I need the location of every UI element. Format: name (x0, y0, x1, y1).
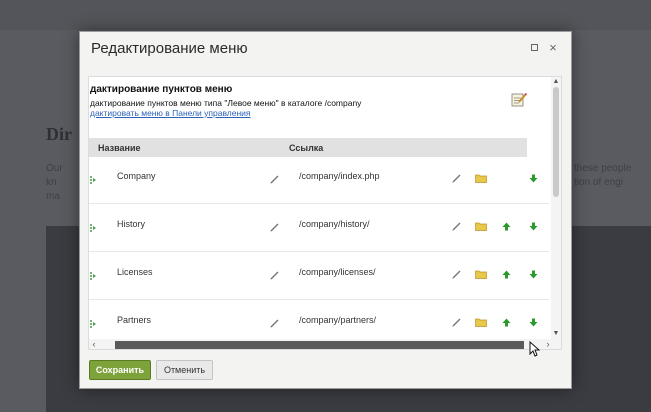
drag-handle-icon[interactable] (89, 319, 97, 329)
scroll-up-button[interactable]: ▲ (552, 78, 560, 86)
pencil-icon[interactable] (269, 317, 280, 328)
dialog-footer: Сохранить Отменить (80, 352, 571, 388)
menu-item-link: /company/history/ (299, 219, 370, 229)
vertical-scrollbar[interactable]: ▲ ▼ (551, 77, 561, 340)
pencil-icon[interactable] (269, 173, 280, 184)
arrow-down-icon[interactable] (529, 318, 538, 327)
info-description: дактирование пунктов меню типа "Левое ме… (90, 98, 362, 108)
table-header: Название Ссылка (89, 138, 527, 157)
arrow-up-icon[interactable] (502, 222, 511, 231)
arrow-down-icon[interactable] (529, 222, 538, 231)
folder-icon[interactable] (475, 221, 487, 231)
menu-item-name: Company (117, 171, 156, 181)
table-row[interactable]: History /company/history/ (89, 205, 549, 252)
menu-item-link: /company/licenses/ (299, 267, 376, 277)
column-header-link: Ссылка (289, 143, 324, 153)
folder-icon[interactable] (475, 173, 487, 183)
column-header-name: Название (98, 143, 141, 153)
scroll-down-button[interactable]: ▼ (552, 330, 560, 338)
scroll-right-button[interactable]: › (544, 339, 552, 349)
dialog-header: Редактирование меню × (80, 32, 571, 66)
menu-item-name: Licenses (117, 267, 153, 277)
menu-item-link: /company/index.php (299, 171, 380, 181)
pencil-icon[interactable] (451, 220, 462, 231)
notepad-icon[interactable] (511, 92, 527, 107)
horizontal-scrollbar[interactable]: ‹ › (89, 339, 561, 349)
arrow-up-icon[interactable] (502, 270, 511, 279)
pencil-icon[interactable] (269, 221, 280, 232)
info-title: дактирование пунктов меню (90, 84, 233, 95)
scroll-left-button[interactable]: ‹ (90, 339, 98, 349)
pencil-icon[interactable] (451, 268, 462, 279)
drag-handle-icon[interactable] (89, 223, 97, 233)
background-top-strip (0, 0, 651, 30)
save-button[interactable]: Сохранить (89, 360, 151, 380)
menu-item-link: /company/partners/ (299, 315, 377, 325)
table-row[interactable]: Licenses /company/licenses/ (89, 253, 549, 300)
arrow-up-icon[interactable] (502, 318, 511, 327)
folder-icon[interactable] (475, 269, 487, 279)
horizontal-scroll-thumb[interactable] (115, 341, 524, 349)
info-panel: дактирование пунктов меню дактирование п… (89, 77, 549, 137)
close-button[interactable]: × (547, 41, 559, 54)
arrow-down-icon[interactable] (529, 270, 538, 279)
pencil-icon[interactable] (451, 316, 462, 327)
menu-item-name: History (117, 219, 146, 229)
table-row[interactable]: Company /company/index.php (89, 157, 549, 204)
background-text-right: these people tion of engi (574, 163, 632, 188)
cancel-button[interactable]: Отменить (156, 360, 213, 380)
pencil-icon[interactable] (269, 269, 280, 280)
maximize-button[interactable] (528, 42, 540, 54)
drag-handle-icon[interactable] (89, 271, 97, 281)
drag-handle-icon[interactable] (89, 175, 97, 185)
control-panel-link[interactable]: дактировать меню в Панели управления (90, 108, 251, 118)
background-heading: Dir (46, 124, 72, 144)
dialog-title: Редактирование меню (91, 40, 248, 57)
mouse-cursor-icon (529, 341, 540, 357)
vertical-scroll-thumb[interactable] (553, 87, 559, 197)
pencil-icon[interactable] (451, 172, 462, 183)
menu-edit-dialog: Редактирование меню × дактирование пункт… (79, 31, 572, 389)
maximize-icon (530, 44, 538, 51)
menu-item-name: Partners (117, 315, 152, 325)
folder-icon[interactable] (475, 317, 487, 327)
arrow-down-icon[interactable] (529, 174, 538, 183)
dialog-content: дактирование пунктов меню дактирование п… (88, 76, 562, 350)
